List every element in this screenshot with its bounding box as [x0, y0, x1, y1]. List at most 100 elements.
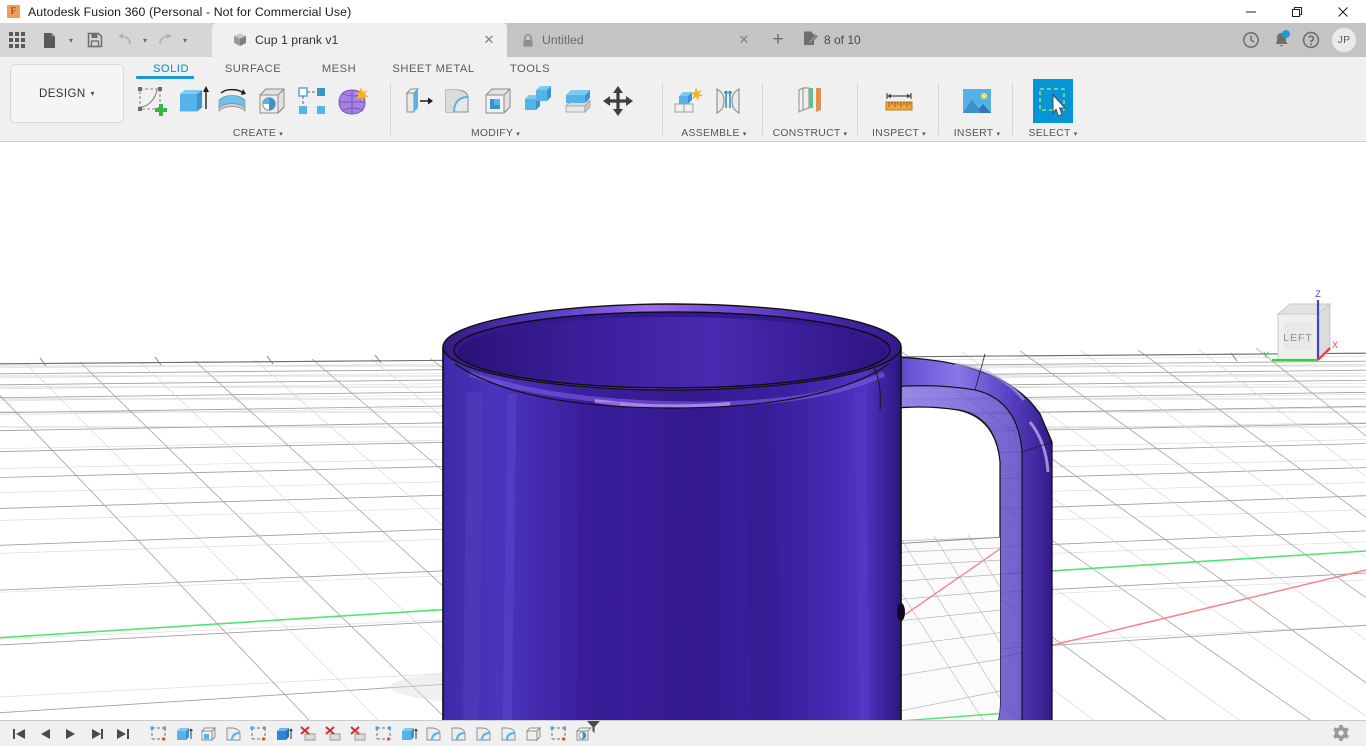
timeline-feature-fillet[interactable]: [221, 721, 246, 746]
save-button[interactable]: [78, 23, 112, 57]
tab-sheet-metal[interactable]: SHEET METAL: [380, 60, 487, 78]
tab-untitled[interactable]: Untitled ✕: [507, 23, 762, 57]
measure-button[interactable]: [879, 79, 919, 123]
timeline-feature-sketch[interactable]: [246, 721, 271, 746]
chevron-down-icon: ▾: [91, 89, 95, 98]
shell-button[interactable]: [478, 79, 518, 123]
rectangular-pattern-button[interactable]: [292, 79, 332, 123]
tab-close-button[interactable]: ✕: [736, 32, 752, 48]
undo-button[interactable]: [112, 23, 138, 57]
group-modify: MODIFY ▾: [398, 79, 660, 139]
move-copy-icon: [601, 84, 635, 118]
timeline-go-to-start-button[interactable]: [6, 721, 32, 746]
workspace-switcher-button[interactable]: DESIGN ▾: [10, 64, 124, 123]
group-insert-label[interactable]: INSERT ▾: [946, 128, 1008, 139]
redo-button[interactable]: [152, 23, 178, 57]
timeline-marker-icon: [587, 721, 600, 734]
timeline-feature-hole[interactable]: [571, 721, 596, 746]
chevron-down-icon: ▾: [922, 131, 926, 138]
create-form-button[interactable]: [332, 79, 372, 123]
group-assemble-label[interactable]: ASSEMBLE ▾: [668, 128, 760, 139]
create-sketch-icon: [135, 84, 169, 118]
create-sketch-button[interactable]: [132, 79, 172, 123]
viewport-canvas[interactable]: LEFT Z X Y: [0, 142, 1366, 720]
ribbon: DESIGN ▾ SOLID SOLID SURFACE MESH SHEET …: [0, 57, 1366, 142]
select-button[interactable]: [1033, 79, 1073, 123]
timeline-feature-sketch[interactable]: [371, 721, 396, 746]
offset-face-button[interactable]: [558, 79, 598, 123]
timeline-feature-suppressed[interactable]: [321, 721, 346, 746]
avatar[interactable]: JP: [1332, 28, 1356, 52]
timeline-feature-shell[interactable]: [196, 721, 221, 746]
timeline-feature-suppressed[interactable]: [346, 721, 371, 746]
file-menu-button[interactable]: [34, 23, 64, 57]
group-inspect-label[interactable]: INSPECT ▾: [866, 128, 932, 139]
group-label-text: INSPECT: [872, 128, 919, 139]
timeline-play-button[interactable]: [58, 721, 84, 746]
measure-icon: [882, 84, 916, 118]
group-modify-label[interactable]: MODIFY ▾: [398, 128, 593, 139]
timeline-feature-sketch[interactable]: [546, 721, 571, 746]
timeline-feature-fillet[interactable]: [471, 721, 496, 746]
hole-button[interactable]: [252, 79, 292, 123]
group-create-label[interactable]: CREATE ▾: [132, 128, 384, 139]
extrude-button[interactable]: [172, 79, 212, 123]
timeline-step-back-button[interactable]: [32, 721, 58, 746]
group-construct-label[interactable]: CONSTRUCT ▾: [770, 128, 850, 139]
ribbon-separator: [662, 83, 663, 135]
app-grid-button[interactable]: [0, 23, 34, 57]
document-count: 8 of 10: [794, 23, 861, 57]
tab-cup-1-prank[interactable]: Cup 1 prank v1 ✕: [212, 23, 507, 57]
chevron-down-icon: ▾: [516, 131, 520, 138]
title-bar: F Autodesk Fusion 360 (Personal - Not fo…: [0, 0, 1366, 23]
timeline-step-forward-button[interactable]: [84, 721, 110, 746]
tab-close-button[interactable]: ✕: [481, 32, 497, 48]
timeline-feature-fillet[interactable]: [496, 721, 521, 746]
file-icon: [42, 32, 57, 49]
minimize-button[interactable]: [1228, 0, 1274, 23]
notifications-button[interactable]: [1266, 23, 1296, 57]
timeline-feature-fillet[interactable]: [446, 721, 471, 746]
viewport-scene[interactable]: LEFT Z X Y: [0, 142, 1366, 720]
tab-mesh[interactable]: MESH: [307, 60, 371, 78]
document-tabs: Cup 1 prank v1 ✕ Untitled ✕ +: [212, 23, 861, 57]
fillet-feature-icon: [475, 726, 493, 742]
construct-plane-button[interactable]: [790, 79, 830, 123]
undo-caret[interactable]: ▾: [138, 36, 152, 45]
fillet-button[interactable]: [438, 79, 478, 123]
group-assemble: ASSEMBLE ▾: [668, 79, 760, 139]
help-button[interactable]: [1296, 23, 1326, 57]
insert-image-button[interactable]: [957, 79, 997, 123]
group-construct: CONSTRUCT ▾: [770, 79, 850, 139]
new-component-button[interactable]: [668, 79, 708, 123]
tab-tools[interactable]: TOOLS: [495, 60, 565, 78]
tab-surface[interactable]: SURFACE: [216, 60, 290, 78]
group-label-text: CONSTRUCT: [773, 128, 841, 139]
timeline-feature-fillet[interactable]: [421, 721, 446, 746]
combine-button[interactable]: [518, 79, 558, 123]
timeline-settings-button[interactable]: [1332, 724, 1350, 747]
redo-caret[interactable]: ▾: [178, 36, 192, 45]
new-tab-button[interactable]: +: [762, 23, 794, 57]
file-menu-caret[interactable]: ▾: [64, 36, 78, 45]
timeline-feature-extrude[interactable]: [171, 721, 196, 746]
timeline-feature-sketch[interactable]: [146, 721, 171, 746]
press-pull-icon: [401, 84, 435, 118]
group-label-text: MODIFY: [471, 128, 513, 139]
timeline-feature-extrude[interactable]: [271, 721, 296, 746]
offset-face-icon: [561, 84, 595, 118]
group-select-label[interactable]: SELECT ▾: [1020, 128, 1086, 139]
timeline-go-to-end-button[interactable]: [110, 721, 136, 746]
ribbon-separator: [857, 83, 858, 135]
move-copy-button[interactable]: [598, 79, 638, 123]
recent-activity-button[interactable]: [1236, 23, 1266, 57]
lock-icon: [521, 33, 535, 48]
revolve-button[interactable]: [212, 79, 252, 123]
joint-button[interactable]: [708, 79, 748, 123]
timeline-feature-suppressed[interactable]: [296, 721, 321, 746]
close-button[interactable]: [1320, 0, 1366, 23]
timeline-feature-shell[interactable]: [521, 721, 546, 746]
press-pull-button[interactable]: [398, 79, 438, 123]
timeline-feature-extrude[interactable]: [396, 721, 421, 746]
maximize-button[interactable]: [1274, 0, 1320, 23]
